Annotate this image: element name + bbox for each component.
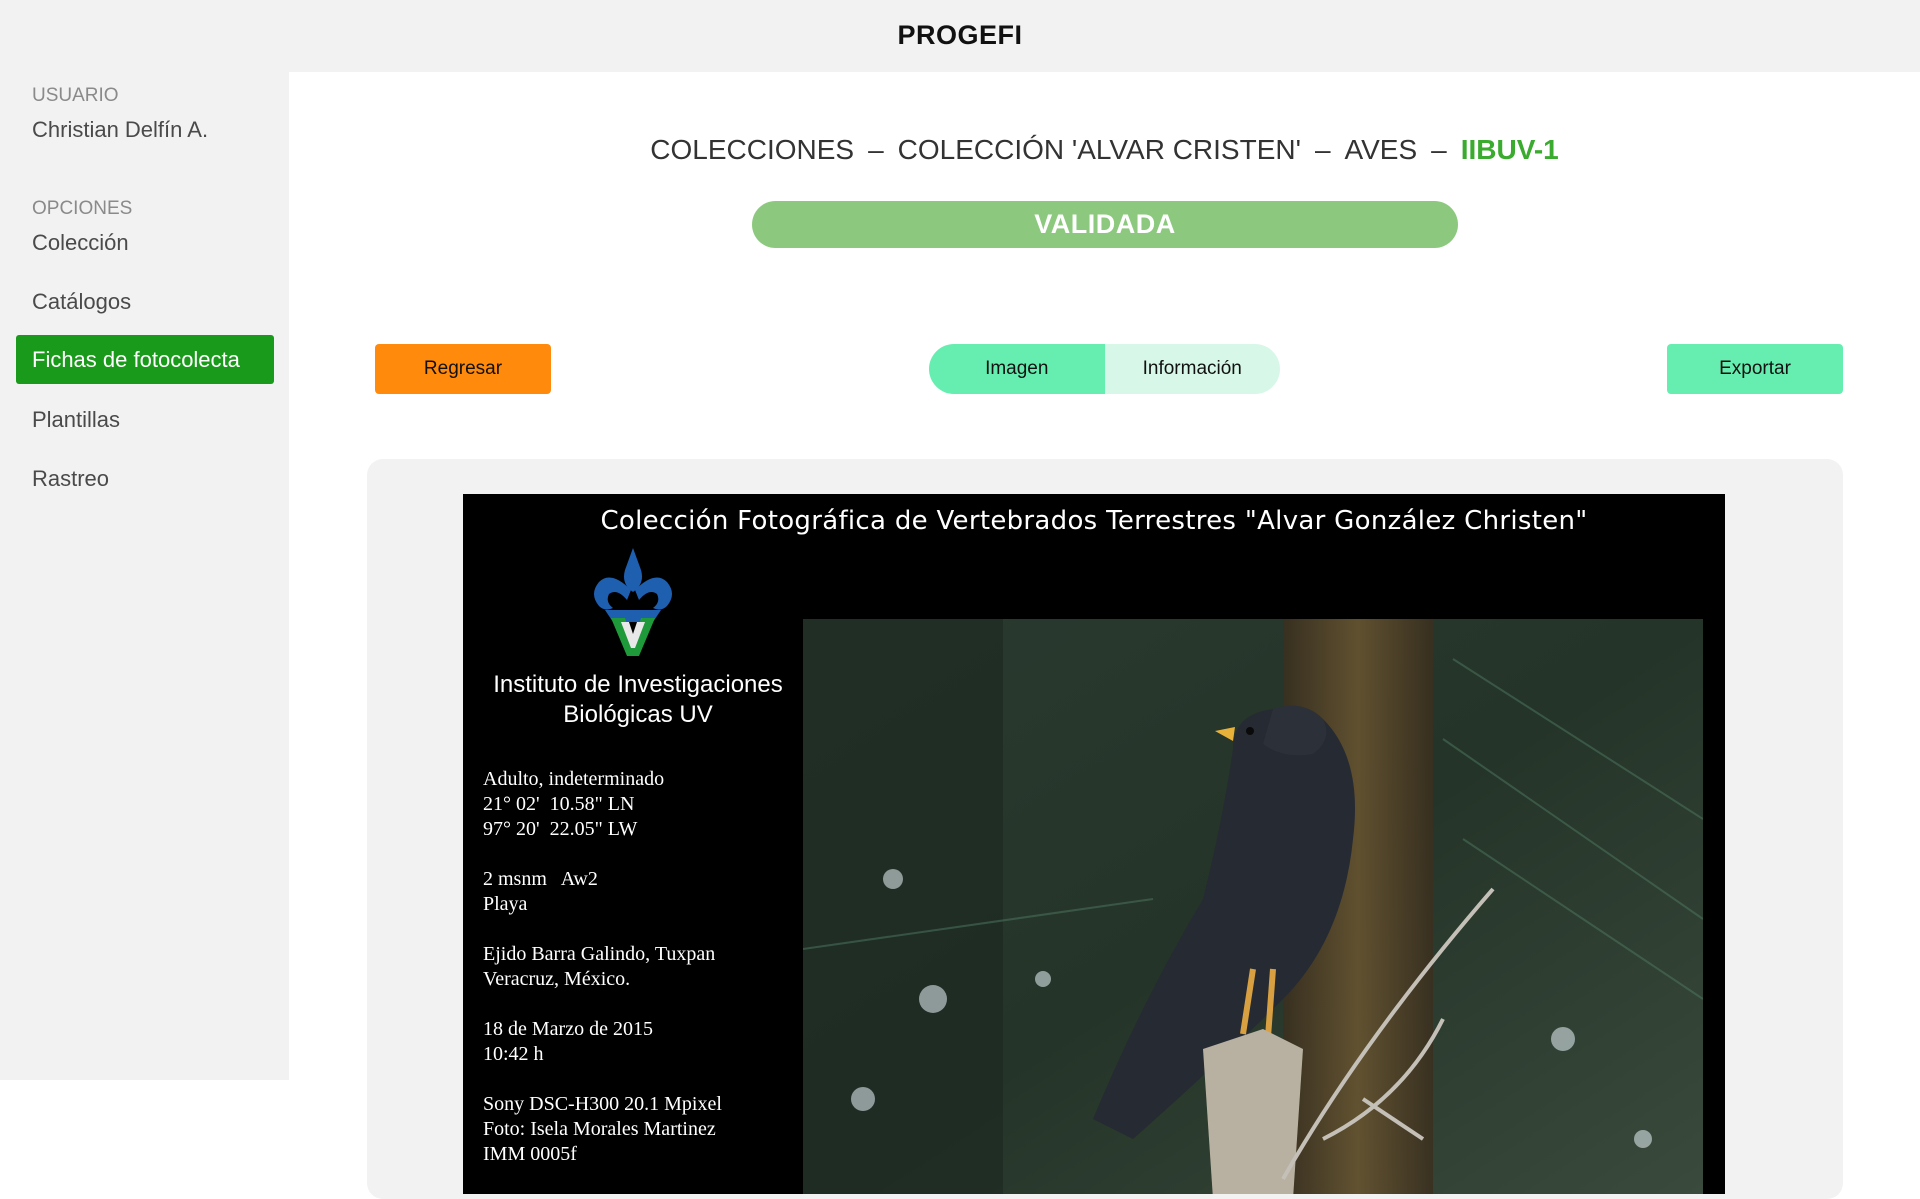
user-heading: USUARIO (32, 85, 119, 106)
info-longitude: 97° 20' 22.05" LW (483, 818, 638, 840)
status-badge: VALIDADA (752, 201, 1458, 248)
info-date: 18 de Marzo de 2015 (483, 1018, 653, 1040)
info-camera: Sony DSC-H300 20.1 Mpixel (483, 1093, 722, 1115)
breadcrumb-current: IIBUV-1 (1460, 134, 1559, 165)
specimen-info: Adulto, indeterminado 21° 02' 10.58" LN … (483, 767, 803, 1167)
info-altitude: 2 msnm Aw2 (483, 868, 598, 890)
info-photographer: Foto: Isela Morales Martinez (483, 1118, 716, 1140)
info-stage: Adulto, indeterminado (483, 768, 665, 790)
breadcrumb-colecciones[interactable]: COLECCIONES (650, 134, 854, 165)
back-button[interactable]: Regresar (375, 344, 551, 394)
tab-imagen[interactable]: Imagen (929, 344, 1105, 394)
info-latitude: 21° 02' 10.58" LN (483, 793, 635, 815)
breadcrumb: COLECCIONES – COLECCIÓN 'ALVAR CRISTEN' – AV… (289, 134, 1920, 166)
sidebar-item-fichas-de-fotocolecta[interactable]: Fichas de fotocolecta (16, 335, 274, 384)
tab-informacion[interactable]: Información (1104, 344, 1280, 394)
view-toggle: Imagen Información (929, 344, 1280, 394)
breadcrumb-coleccion[interactable]: COLECCIÓN 'ALVAR CRISTEN' (898, 134, 1301, 165)
sidebar-item-plantillas[interactable]: Plantillas (16, 395, 274, 444)
info-habitat: Playa (483, 893, 528, 915)
uv-logo-icon (594, 548, 672, 656)
info-catalog: IMM 0005f (483, 1143, 577, 1165)
institute-line: Instituto de Investigaciones (493, 671, 783, 698)
breadcrumb-separator: – (1314, 134, 1331, 165)
card-title: Colección Fotográfica de Vertebrados Ter… (600, 506, 1588, 536)
institute-name: Instituto de Investigaciones Biológicas … (473, 670, 803, 730)
app-title: PROGEFI (897, 20, 1023, 50)
breadcrumb-separator: – (868, 134, 884, 165)
breadcrumb-aves[interactable]: AVES (1345, 134, 1418, 165)
info-locality: Ejido Barra Galindo, Tuxpan (483, 943, 716, 965)
user-name: Christian Delfín A. (32, 117, 209, 142)
institute-line: Biológicas UV (563, 701, 713, 728)
specimen-photo (803, 619, 1703, 1194)
top-bar: PROGEFI (0, 0, 1920, 72)
sidebar-item-rastreo[interactable]: Rastreo (16, 454, 274, 503)
photo-card: Colección Fotográfica de Vertebrados Ter… (463, 494, 1725, 1194)
info-time: 10:42 h (483, 1043, 544, 1065)
export-button[interactable]: Exportar (1667, 344, 1843, 394)
sidebar-item-catalogos[interactable]: Catálogos (16, 277, 274, 326)
sidebar: USUARIO Christian Delfín A. OPCIONES Col… (0, 72, 289, 1080)
options-heading: OPCIONES (32, 198, 133, 219)
breadcrumb-separator: – (1431, 134, 1447, 165)
info-locality: Veracruz, México. (483, 968, 631, 990)
sidebar-item-coleccion[interactable]: Colección (16, 218, 274, 267)
